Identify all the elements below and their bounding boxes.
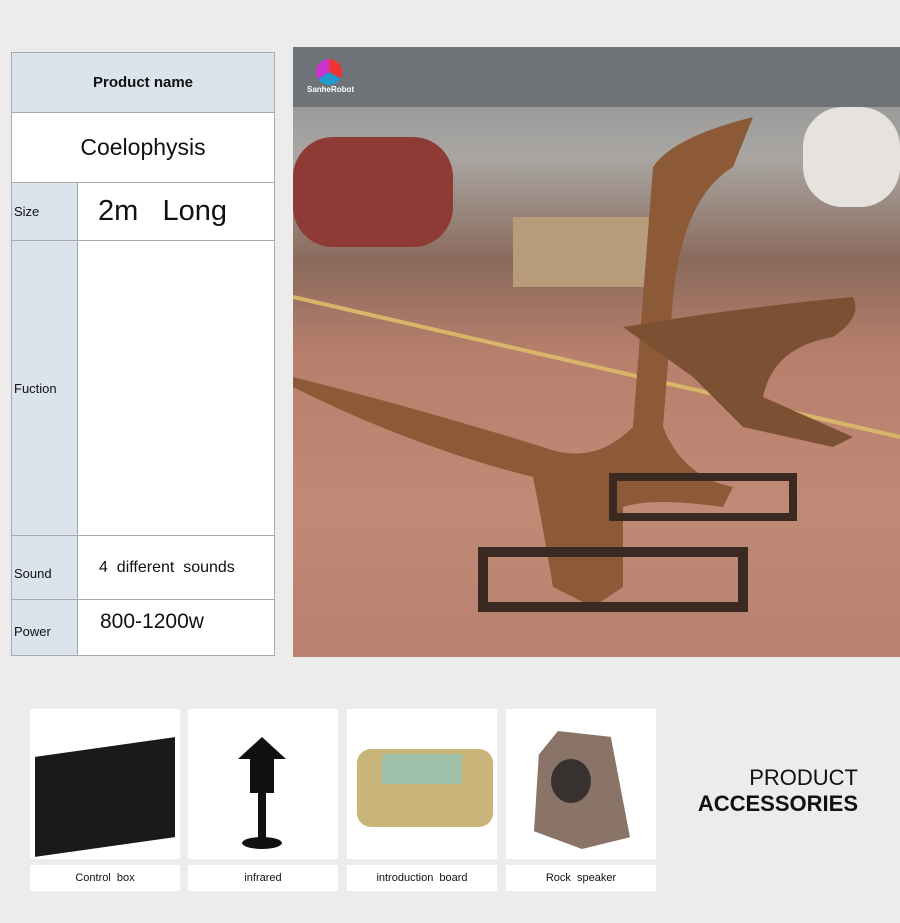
brand-logo: SanheRobot	[307, 59, 355, 94]
row-value: 2m Long	[98, 195, 227, 227]
introduction-board-image	[347, 709, 497, 859]
accessories-title: PRODUCT ACCESSORIES	[698, 765, 858, 817]
row-label: Fuction	[12, 241, 78, 535]
table-row: Fuction	[12, 241, 274, 536]
control-box-image	[30, 709, 180, 859]
accessory-label: Rock speaker	[506, 865, 656, 891]
accessories-title-line1: PRODUCT	[749, 765, 858, 790]
accessory-label-text: introduction board	[376, 872, 468, 884]
accessories-title-line2: ACCESSORIES	[697, 791, 858, 816]
control-box-icon	[35, 737, 175, 857]
product-name: Coelophysis	[80, 134, 206, 160]
accessory-label-text: infrared	[244, 872, 282, 884]
accessory-label: Control box	[30, 865, 180, 891]
table-row: Power 800-1200w	[12, 600, 274, 655]
header-label: Product name	[92, 74, 194, 91]
infrared-sensor-icon	[238, 737, 286, 759]
row-value: 4 different sounds	[99, 558, 235, 576]
accessory-label: introduction board	[347, 865, 497, 891]
row-label: Sound	[12, 536, 78, 599]
spec-table: Product name Coelophysis Size 2m Long Fu…	[11, 52, 275, 656]
table-row: Sound 4 different sounds	[12, 536, 274, 600]
row-value: 800-1200w	[100, 610, 204, 633]
table-header: Product name	[12, 53, 274, 113]
dinosaur-illustration	[293, 47, 900, 612]
row-label: Size	[12, 183, 78, 240]
accessory-label: infrared	[188, 865, 338, 891]
product-photo: SanheRobot	[293, 47, 900, 657]
product-name-row: Coelophysis	[12, 113, 274, 183]
rock-speaker-image	[506, 709, 656, 859]
infrared-image	[188, 709, 338, 859]
accessory-label-text: Control box	[75, 872, 135, 884]
logo-text: SanheRobot	[307, 85, 355, 94]
accessory-label-text: Rock speaker	[545, 872, 617, 884]
table-row: Size 2m Long	[12, 183, 274, 241]
logo-icon	[316, 59, 342, 85]
row-label: Power	[12, 600, 78, 655]
row-value	[78, 241, 274, 535]
